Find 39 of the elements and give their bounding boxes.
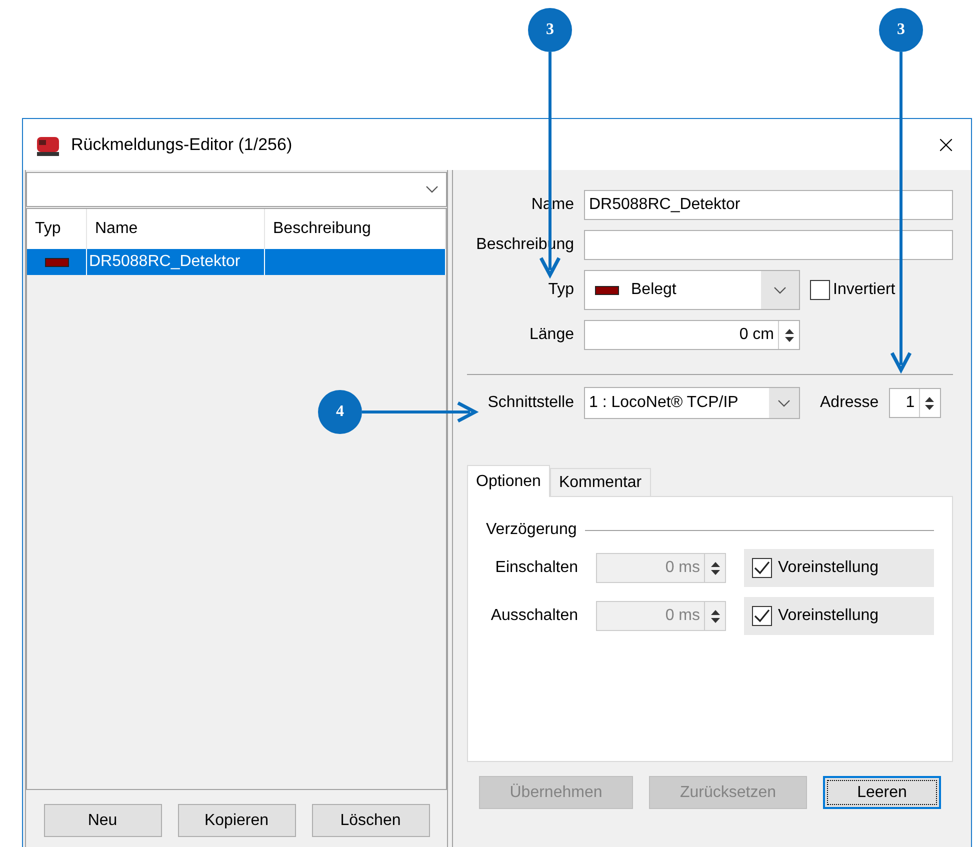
field-label: Adresse [820, 394, 879, 412]
default-checkbox[interactable] [752, 606, 772, 626]
address-spinbox[interactable]: 1 [888, 388, 941, 418]
default-option[interactable]: Voreinstellung [744, 549, 934, 587]
list-row[interactable]: DR5088RC_Detektor [27, 249, 446, 275]
field-label: Länge [528, 326, 574, 344]
list-button[interactable]: Neu [44, 804, 162, 837]
callout-badge: 3 [528, 8, 572, 52]
callout-badge: 3 [879, 8, 923, 52]
list-button[interactable]: Kopieren [178, 804, 296, 837]
action-button[interactable]: Leeren [823, 776, 941, 809]
default-checkbox[interactable] [752, 558, 772, 578]
tab[interactable]: Optionen [467, 465, 550, 497]
length-spinbox[interactable]: 0 cm [584, 320, 800, 350]
default-option[interactable]: Voreinstellung [744, 597, 934, 635]
chevron-down-icon [426, 186, 438, 193]
checkbox-label: Invertiert [833, 281, 896, 299]
field-label: Einschalten [494, 559, 578, 577]
list-button[interactable]: Löschen [312, 804, 430, 837]
field-label: Ausschalten [490, 607, 578, 625]
description-field[interactable] [584, 230, 953, 260]
checkbox-label: Voreinstellung [778, 559, 879, 577]
field-label: Typ [547, 281, 574, 299]
group-title: Verzögerung [486, 521, 577, 539]
check-icon [754, 561, 770, 575]
checkbox-label: Voreinstellung [778, 607, 879, 625]
window-title: Rückmeldungs-Editor (1/256) [71, 134, 294, 154]
chevron-down-icon [778, 400, 790, 406]
occupied-icon [44, 258, 68, 266]
field-label: Schnittstelle [486, 394, 574, 412]
interface-dropdown[interactable]: 1 : LocoNet® TCP/IP [584, 387, 800, 419]
filter-dropdown[interactable] [26, 172, 447, 207]
tab[interactable]: Kommentar [550, 468, 651, 496]
chevron-down-icon [774, 286, 786, 294]
name-cell: DR5088RC_Detektor [87, 249, 265, 275]
inverted-checkbox[interactable] [810, 280, 830, 300]
check-icon [754, 609, 770, 623]
type-dropdown[interactable]: Belegt [584, 270, 800, 310]
name-field[interactable]: DR5088RC_Detektor [584, 190, 953, 220]
